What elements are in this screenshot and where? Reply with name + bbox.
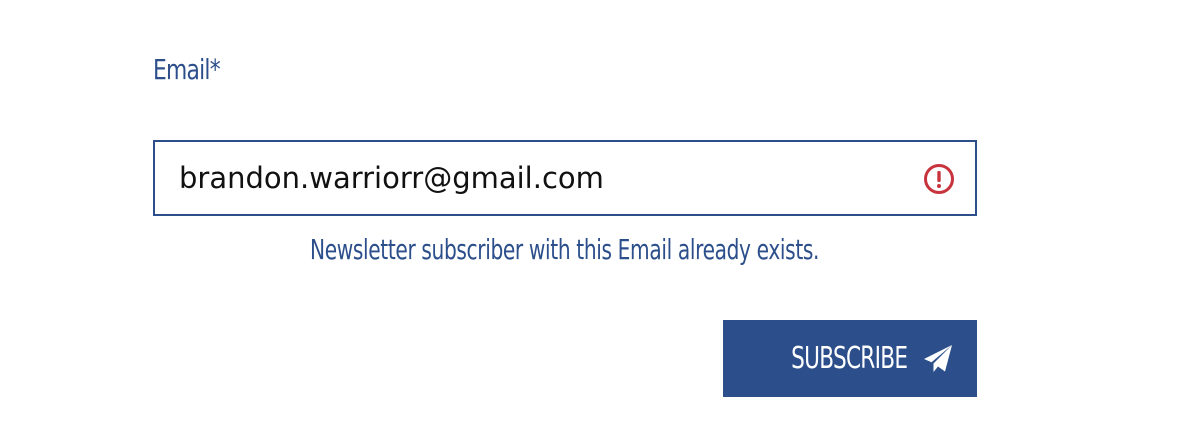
email-field[interactable] xyxy=(179,142,899,214)
subscribe-button[interactable]: SUBSCRIBE xyxy=(723,320,977,397)
alert-circle-icon xyxy=(924,164,954,194)
error-message: Newsletter subscriber with this Email al… xyxy=(153,228,977,272)
subscribe-button-label: SUBSCRIBE xyxy=(791,341,909,376)
paper-plane-icon xyxy=(923,344,952,372)
error-message-text: Newsletter subscriber with this Email al… xyxy=(310,233,820,266)
newsletter-form: Email* Newsletter subscriber with this E… xyxy=(153,0,977,424)
email-label: Email* xyxy=(153,53,221,86)
email-field-wrapper[interactable] xyxy=(153,140,977,216)
